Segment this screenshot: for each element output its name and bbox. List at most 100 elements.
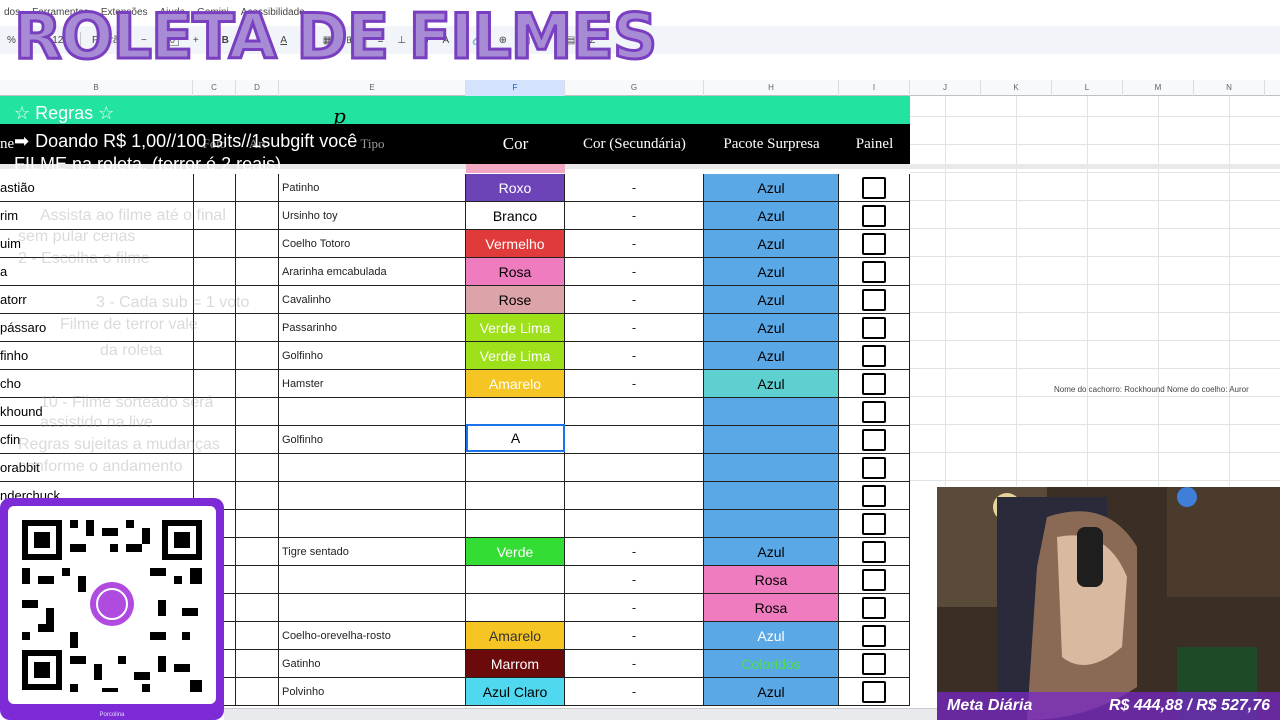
name-cell[interactable]: astião <box>0 174 193 202</box>
cor-cell[interactable]: Vermelho <box>466 230 565 258</box>
pacote-cell[interactable]: Azul <box>704 202 839 230</box>
painel-checkbox[interactable] <box>862 400 886 423</box>
cor-secundaria-cell[interactable] <box>565 510 704 538</box>
tipo-cell[interactable] <box>279 482 466 510</box>
cor-cell[interactable]: Verde Lima <box>466 314 565 342</box>
column-header[interactable]: J <box>910 80 981 96</box>
painel-checkbox[interactable] <box>862 568 886 591</box>
painel-checkbox[interactable] <box>862 344 886 367</box>
cor-cell[interactable]: Amarelo <box>466 370 565 398</box>
pacote-cell[interactable]: Azul <box>704 258 839 286</box>
cor-secundaria-cell[interactable]: - <box>565 286 704 314</box>
pacote-cell[interactable]: Azul <box>704 678 839 706</box>
painel-cell[interactable] <box>839 202 910 230</box>
pacote-cell[interactable] <box>704 510 839 538</box>
art-cell[interactable] <box>236 258 279 286</box>
painel-cell[interactable] <box>839 286 910 314</box>
painel-checkbox[interactable] <box>862 624 886 647</box>
pacote-cell[interactable]: Azul <box>704 342 839 370</box>
tipo-cell[interactable]: Golfinho <box>279 342 466 370</box>
painel-cell[interactable] <box>839 566 910 594</box>
column-header[interactable]: B <box>0 80 193 96</box>
cor-cell[interactable]: Roxo <box>466 174 565 202</box>
horizontal-scrollbar[interactable] <box>224 708 937 720</box>
pacote-cell[interactable]: Rosa <box>704 566 839 594</box>
art-cell[interactable] <box>236 594 279 622</box>
art-cell[interactable] <box>236 370 279 398</box>
painel-checkbox[interactable] <box>862 540 886 563</box>
cor-secundaria-cell[interactable]: - <box>565 678 704 706</box>
art-cell[interactable] <box>236 566 279 594</box>
cor-secundaria-cell[interactable] <box>565 482 704 510</box>
tipo-cell[interactable]: Gatinho <box>279 650 466 678</box>
cor-cell[interactable] <box>466 594 565 622</box>
column-header[interactable]: K <box>981 80 1052 96</box>
tipo-cell[interactable]: Tigre sentado <box>279 538 466 566</box>
art-cell[interactable] <box>236 426 279 454</box>
art-cell[interactable] <box>236 174 279 202</box>
column-header[interactable]: G <box>565 80 704 96</box>
tipo-cell[interactable] <box>279 454 466 482</box>
pacote-cell[interactable]: Azul <box>704 174 839 202</box>
painel-cell[interactable] <box>839 230 910 258</box>
column-header[interactable]: L <box>1052 80 1123 96</box>
painel-checkbox[interactable] <box>862 596 886 619</box>
cor-secundaria-cell[interactable]: - <box>565 622 704 650</box>
painel-cell[interactable] <box>839 454 910 482</box>
art-cell[interactable] <box>236 454 279 482</box>
cor-cell[interactable]: Verde <box>466 538 565 566</box>
tipo-cell[interactable] <box>279 594 466 622</box>
foto-cell[interactable] <box>193 258 236 286</box>
pacote-cell[interactable]: Azul <box>704 286 839 314</box>
tipo-cell[interactable]: Ursinho toy <box>279 202 466 230</box>
painel-cell[interactable] <box>839 426 910 454</box>
pacote-cell[interactable]: Azul <box>704 230 839 258</box>
pacote-cell[interactable] <box>704 398 839 426</box>
painel-checkbox[interactable] <box>862 176 886 199</box>
cor-secundaria-cell[interactable]: - <box>565 370 704 398</box>
art-cell[interactable] <box>236 650 279 678</box>
painel-checkbox[interactable] <box>862 288 886 311</box>
painel-checkbox[interactable] <box>862 456 886 479</box>
foto-cell[interactable] <box>193 314 236 342</box>
art-cell[interactable] <box>236 342 279 370</box>
tipo-cell[interactable]: Cavalinho <box>279 286 466 314</box>
painel-cell[interactable] <box>839 314 910 342</box>
painel-cell[interactable] <box>839 622 910 650</box>
column-header[interactable]: D <box>236 80 279 96</box>
tipo-cell[interactable]: Polvinho <box>279 678 466 706</box>
tipo-cell[interactable] <box>279 510 466 538</box>
art-cell[interactable] <box>236 510 279 538</box>
pacote-cell[interactable]: Rosa <box>704 594 839 622</box>
pacote-cell[interactable] <box>704 426 839 454</box>
tipo-cell[interactable]: Patinho <box>279 174 466 202</box>
cor-secundaria-cell[interactable]: - <box>565 174 704 202</box>
art-cell[interactable] <box>236 482 279 510</box>
cor-cell[interactable]: Marrom <box>466 650 565 678</box>
painel-cell[interactable] <box>839 594 910 622</box>
cor-cell[interactable]: Branco <box>466 202 565 230</box>
tipo-cell[interactable]: Passarinho <box>279 314 466 342</box>
column-header[interactable]: F <box>466 80 565 96</box>
cor-cell[interactable]: Rosa <box>466 258 565 286</box>
painel-checkbox[interactable] <box>862 260 886 283</box>
cor-secundaria-cell[interactable]: - <box>565 538 704 566</box>
painel-checkbox[interactable] <box>862 484 886 507</box>
painel-checkbox[interactable] <box>862 204 886 227</box>
pacote-cell[interactable]: Azul <box>704 538 839 566</box>
art-cell[interactable] <box>236 622 279 650</box>
painel-cell[interactable] <box>839 650 910 678</box>
cor-cell[interactable] <box>466 510 565 538</box>
painel-checkbox[interactable] <box>862 680 886 703</box>
art-cell[interactable] <box>236 538 279 566</box>
painel-cell[interactable] <box>839 678 910 706</box>
cor-cell[interactable]: Verde Lima <box>466 342 565 370</box>
painel-checkbox[interactable] <box>862 232 886 255</box>
cor-secundaria-cell[interactable] <box>565 398 704 426</box>
tipo-cell[interactable]: Ararinha emcabulada <box>279 258 466 286</box>
cor-secundaria-cell[interactable]: - <box>565 594 704 622</box>
painel-checkbox[interactable] <box>862 512 886 535</box>
cor-cell[interactable] <box>466 398 565 426</box>
pacote-cell[interactable]: Azul <box>704 370 839 398</box>
cor-cell[interactable] <box>466 482 565 510</box>
